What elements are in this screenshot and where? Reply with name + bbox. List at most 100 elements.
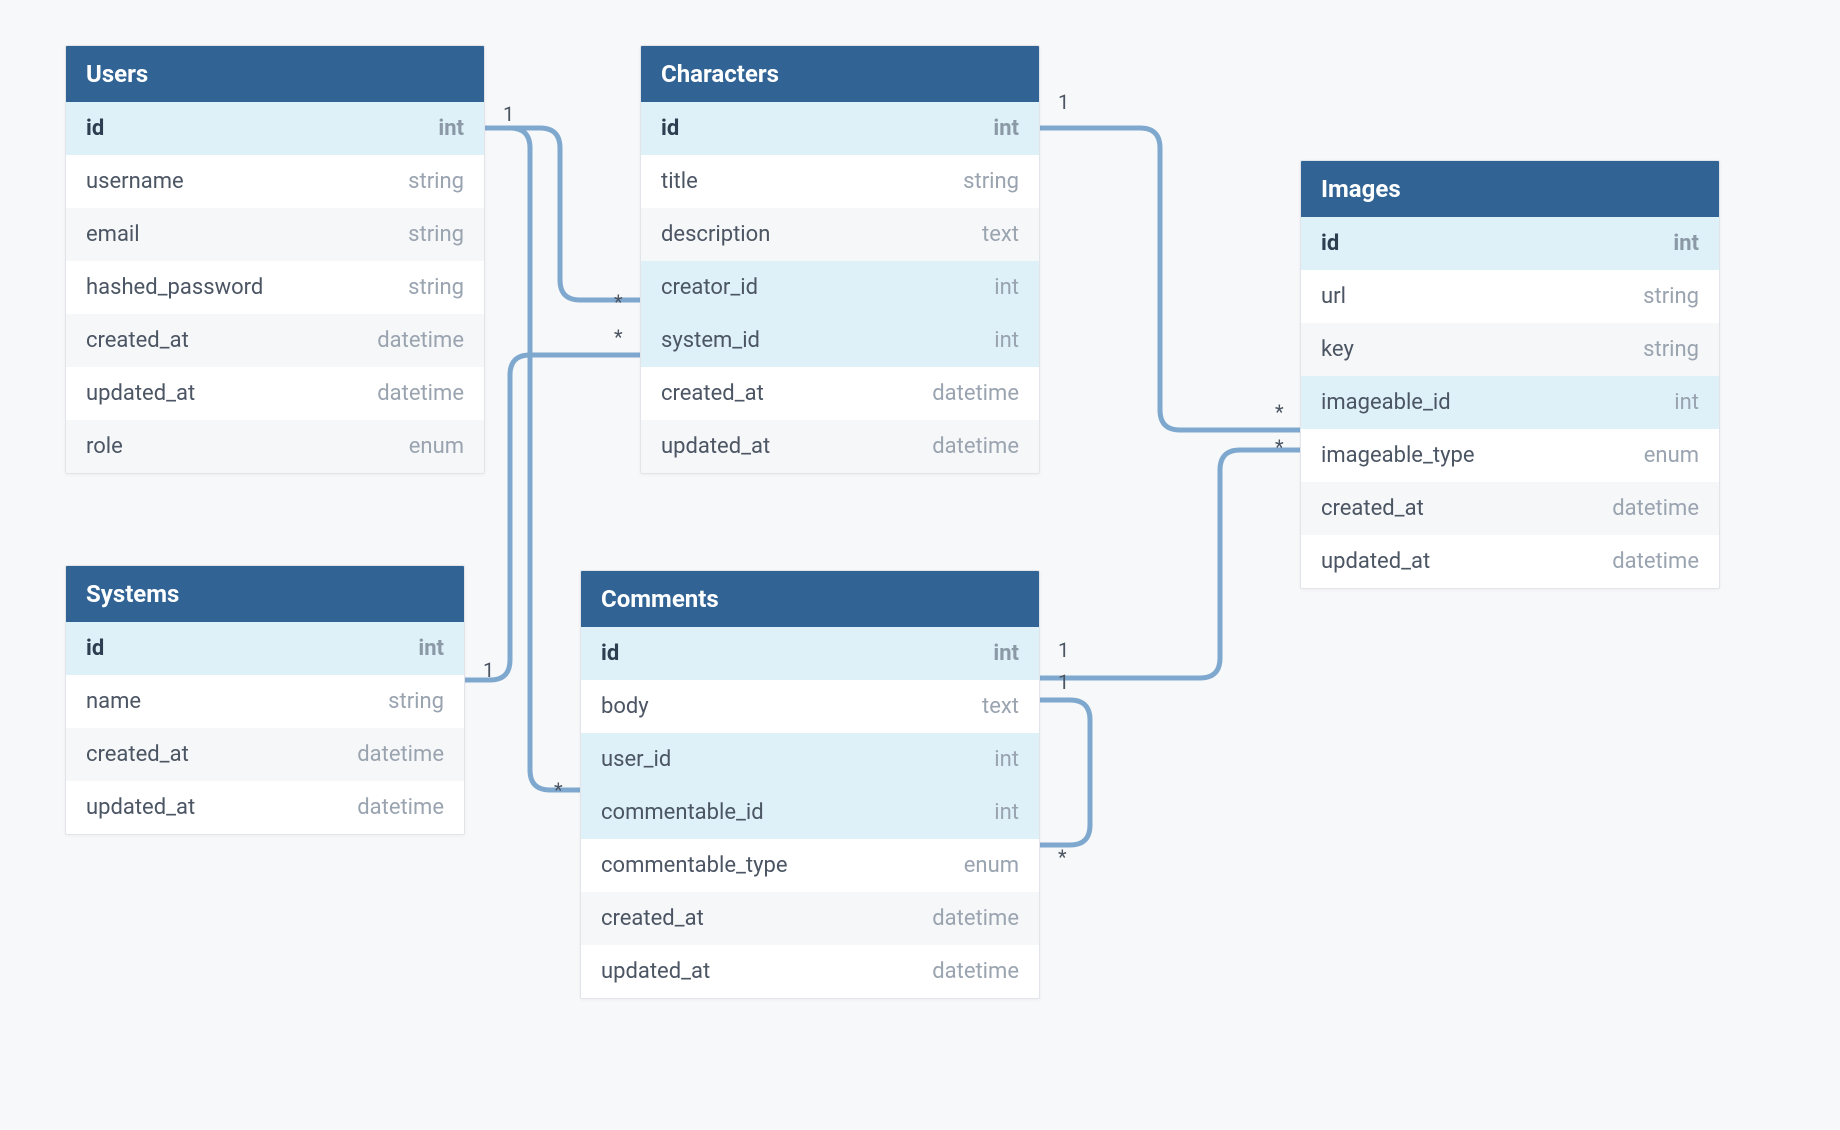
column-type: datetime (1612, 549, 1699, 574)
column-row: id int (581, 627, 1039, 680)
column-type: text (982, 694, 1019, 719)
column-type: datetime (932, 906, 1019, 931)
cardinality-label: * (1275, 435, 1284, 459)
column-name: description (661, 222, 770, 247)
column-name: imageable_id (1321, 390, 1451, 415)
table-header: Characters (641, 46, 1039, 102)
column-name: id (601, 641, 619, 666)
column-row: created_at datetime (1301, 482, 1719, 535)
column-name: created_at (1321, 496, 1424, 521)
column-type: string (388, 689, 444, 714)
column-type: int (994, 328, 1019, 353)
column-type: int (1673, 231, 1699, 256)
table-users[interactable]: Users id int username string email strin… (65, 45, 485, 474)
table-header: Images (1301, 161, 1719, 217)
column-name: commentable_id (601, 800, 764, 825)
column-name: role (86, 434, 123, 459)
column-row: title string (641, 155, 1039, 208)
column-row: created_at datetime (581, 892, 1039, 945)
column-row: role enum (66, 420, 484, 473)
column-row: user_id int (581, 733, 1039, 786)
column-type: enum (409, 434, 464, 459)
column-row: id int (641, 102, 1039, 155)
column-row: updated_at datetime (641, 420, 1039, 473)
column-name: updated_at (601, 959, 710, 984)
cardinality-label: 1 (483, 658, 494, 682)
column-type: datetime (377, 328, 464, 353)
column-type: int (1674, 390, 1699, 415)
column-row: updated_at datetime (66, 367, 484, 420)
erd-canvas: Users id int username string email strin… (0, 0, 1840, 1130)
column-row: email string (66, 208, 484, 261)
column-row: body text (581, 680, 1039, 733)
column-type: int (438, 116, 464, 141)
cardinality-label: * (614, 325, 623, 349)
column-row: imageable_id int (1301, 376, 1719, 429)
column-name: title (661, 169, 698, 194)
column-name: updated_at (661, 434, 770, 459)
column-row: created_at datetime (66, 728, 464, 781)
column-type: string (1643, 337, 1699, 362)
column-type: string (408, 275, 464, 300)
column-row: username string (66, 155, 484, 208)
column-name: created_at (86, 328, 189, 353)
column-row: creator_id int (641, 261, 1039, 314)
column-name: body (601, 694, 649, 719)
column-name: username (86, 169, 184, 194)
column-type: datetime (932, 434, 1019, 459)
column-type: datetime (1612, 496, 1699, 521)
cardinality-label: * (614, 290, 623, 314)
cardinality-label: 1 (503, 102, 514, 126)
column-name: created_at (601, 906, 704, 931)
column-name: url (1321, 284, 1346, 309)
table-characters[interactable]: Characters id int title string descripti… (640, 45, 1040, 474)
cardinality-label: * (1275, 400, 1284, 424)
column-name: imageable_type (1321, 443, 1475, 468)
column-name: created_at (661, 381, 764, 406)
column-type: enum (964, 853, 1019, 878)
column-row: id int (66, 622, 464, 675)
column-row: hashed_password string (66, 261, 484, 314)
table-systems[interactable]: Systems id int name string created_at da… (65, 565, 465, 835)
column-type: int (418, 636, 444, 661)
column-name: id (86, 116, 104, 141)
column-type: int (994, 275, 1019, 300)
column-row: name string (66, 675, 464, 728)
table-comments[interactable]: Comments id int body text user_id int co… (580, 570, 1040, 999)
column-type: string (408, 222, 464, 247)
column-type: int (993, 641, 1019, 666)
column-name: id (1321, 231, 1339, 256)
column-name: updated_at (86, 795, 195, 820)
column-row: url string (1301, 270, 1719, 323)
cardinality-label: 1 (1058, 90, 1069, 114)
column-row: updated_at datetime (581, 945, 1039, 998)
cardinality-label: 1 (1058, 670, 1069, 694)
column-row: created_at datetime (66, 314, 484, 367)
table-header: Comments (581, 571, 1039, 627)
column-type: string (1643, 284, 1699, 309)
table-images[interactable]: Images id int url string key string imag… (1300, 160, 1720, 589)
column-row: created_at datetime (641, 367, 1039, 420)
column-row: commentable_type enum (581, 839, 1039, 892)
cardinality-label: 1 (1058, 638, 1069, 662)
column-row: updated_at datetime (1301, 535, 1719, 588)
column-type: int (993, 116, 1019, 141)
column-row: commentable_id int (581, 786, 1039, 839)
column-row: id int (66, 102, 484, 155)
column-name: id (86, 636, 104, 661)
column-type: datetime (357, 795, 444, 820)
column-type: int (994, 800, 1019, 825)
column-type: enum (1644, 443, 1699, 468)
column-type: int (994, 747, 1019, 772)
column-row: updated_at datetime (66, 781, 464, 834)
column-name: updated_at (1321, 549, 1430, 574)
column-name: creator_id (661, 275, 758, 300)
table-header: Systems (66, 566, 464, 622)
column-name: email (86, 222, 140, 247)
column-row: description text (641, 208, 1039, 261)
column-type: datetime (932, 381, 1019, 406)
column-row: key string (1301, 323, 1719, 376)
column-name: user_id (601, 747, 671, 772)
column-row: id int (1301, 217, 1719, 270)
cardinality-label: * (1058, 845, 1067, 869)
